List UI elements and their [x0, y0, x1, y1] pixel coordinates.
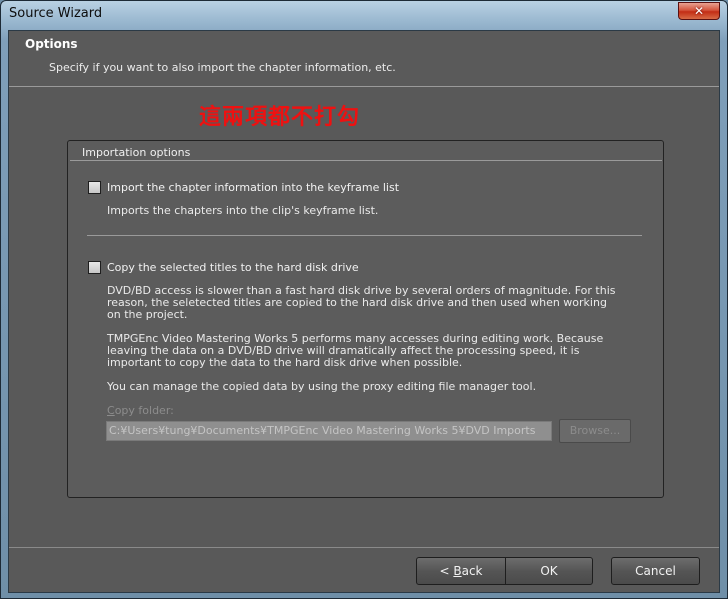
red-annotation-text: 這兩項都不打勾: [199, 105, 361, 130]
back-label-rest: ack: [461, 564, 483, 578]
back-arrow-icon: <: [439, 564, 450, 578]
wizard-client-area: Options Specify if you want to also impo…: [8, 30, 720, 593]
importation-options-group: Importation options Import the chapter i…: [67, 140, 664, 498]
browse-button[interactable]: Browse...: [559, 419, 631, 443]
source-wizard-window: Source Wizard ✕ Options Specify if you w…: [0, 0, 728, 599]
copy-folder-label-rest: opy folder:: [114, 404, 174, 417]
group-title: Importation options: [82, 146, 191, 159]
group-header: Importation options: [70, 143, 662, 161]
footer-separator: [9, 547, 719, 548]
copy-folder-mnemonic: C: [107, 404, 115, 417]
copy-description-speed: DVD/BD access is slower than a fast hard…: [107, 284, 616, 321]
ok-button[interactable]: OK: [505, 557, 593, 585]
page-title: Options: [25, 37, 78, 51]
options-header: Options Specify if you want to also impo…: [9, 31, 719, 87]
title-bar[interactable]: Source Wizard ✕: [1, 1, 727, 28]
back-button[interactable]: < Back: [416, 557, 506, 585]
window-title: Source Wizard: [9, 6, 103, 21]
close-icon: ✕: [693, 4, 705, 18]
copy-folder-input[interactable]: C:¥Users¥tung¥Documents¥TMPGEnc Video Ma…: [106, 421, 552, 441]
page-subtitle: Specify if you want to also import the c…: [49, 61, 396, 74]
copy-description-tmpgenc: TMPGEnc Video Mastering Works 5 performs…: [107, 332, 604, 369]
close-button[interactable]: ✕: [678, 2, 720, 20]
copy-folder-label: Copy folder:: [107, 404, 174, 417]
copy-description-manage: You can manage the copied data by using …: [107, 380, 537, 393]
copy-titles-label[interactable]: Copy the selected titles to the hard dis…: [107, 261, 359, 274]
import-chapter-label[interactable]: Import the chapter information into the …: [107, 181, 399, 194]
import-chapter-checkbox[interactable]: [88, 181, 101, 194]
options-divider: [87, 235, 642, 236]
back-mnemonic: B: [453, 564, 462, 578]
copy-titles-checkbox[interactable]: [88, 261, 101, 274]
import-chapter-description: Imports the chapters into the clip's key…: [107, 204, 379, 217]
cancel-button[interactable]: Cancel: [611, 557, 700, 585]
